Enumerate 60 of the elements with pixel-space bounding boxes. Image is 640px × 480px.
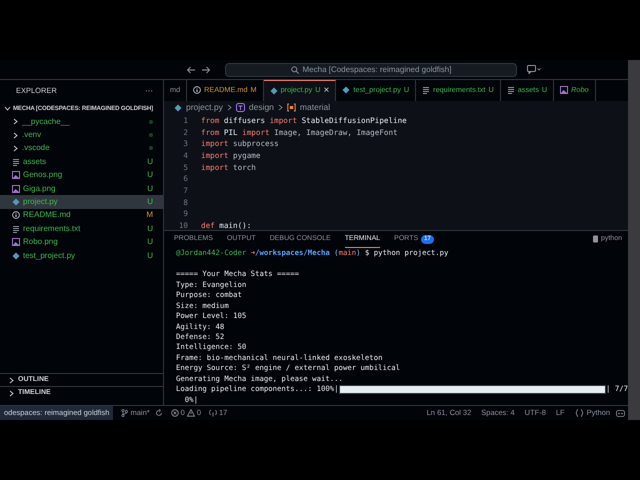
- chevron-right-icon: [278, 104, 283, 112]
- more-actions-button[interactable]: ···: [145, 85, 153, 97]
- python-file-icon: [174, 104, 182, 112]
- command-center-search[interactable]: Mecha [Codespaces: reimagined goldfish]: [225, 62, 517, 76]
- git-status: U: [147, 182, 153, 195]
- text-file-icon: [12, 158, 20, 166]
- file-item[interactable]: project.py U: [0, 195, 163, 209]
- git-status: U: [147, 236, 153, 248]
- chevron-down-icon: [4, 105, 11, 112]
- folder-item[interactable]: .venv: [0, 128, 163, 142]
- file-item[interactable]: test_project.py U: [0, 248, 163, 262]
- git-status: U: [147, 156, 153, 168]
- breadcrumb-item[interactable]: project.py: [186, 101, 223, 114]
- search-icon: [290, 66, 298, 74]
- branch-icon: [121, 409, 128, 417]
- braces-icon: [574, 409, 584, 417]
- git-status: U: [147, 196, 153, 208]
- image-file-icon: [12, 238, 20, 246]
- error-icon: [170, 409, 179, 417]
- info-icon: [12, 211, 20, 220]
- text-file-icon: [12, 224, 20, 233]
- breadcrumb-item[interactable]: material: [300, 101, 330, 114]
- file-item[interactable]: assets U: [0, 155, 163, 169]
- terminal-icon: [592, 235, 599, 244]
- chat-icon: [527, 65, 541, 74]
- folder-item[interactable]: .vscode: [0, 142, 163, 156]
- chevron-right-icon: [226, 104, 232, 112]
- antenna-icon: [209, 409, 218, 417]
- git-status: M: [146, 209, 153, 222]
- image-file-icon: [12, 184, 20, 193]
- back-arrow-icon: [186, 66, 196, 74]
- breadcrumb-item[interactable]: design: [248, 101, 274, 114]
- forward-arrow-icon: [201, 66, 211, 74]
- status-dot-icon: [149, 146, 153, 150]
- text-file-icon: [422, 86, 430, 94]
- folder-item[interactable]: __pycache__: [0, 115, 163, 128]
- status-dot-icon: [149, 133, 153, 138]
- file-item[interactable]: README.md M: [0, 208, 163, 222]
- copilot-icon: [616, 409, 625, 417]
- python-file-icon: [270, 86, 278, 95]
- text-file-icon: [506, 86, 515, 94]
- python-file-icon: [12, 198, 20, 206]
- git-status: U: [147, 169, 153, 182]
- file-item[interactable]: Genos.png U: [0, 168, 163, 182]
- file-item[interactable]: requirements.txt U: [0, 222, 163, 236]
- variable-icon: [286, 103, 296, 112]
- image-file-icon: [12, 171, 20, 180]
- python-file-icon: [342, 86, 350, 94]
- git-status: U: [147, 222, 153, 235]
- info-icon: [193, 86, 202, 94]
- git-status: U: [147, 250, 153, 262]
- status-dot-icon: [149, 120, 153, 124]
- sync-icon: [154, 409, 163, 417]
- file-item[interactable]: Giga.png U: [0, 182, 163, 196]
- file-item[interactable]: Robo.png U: [0, 236, 163, 249]
- python-file-icon: [12, 252, 20, 260]
- image-file-icon: [560, 86, 568, 94]
- warning-icon: [186, 409, 195, 417]
- class-icon: [236, 103, 245, 112]
- close-tab-button[interactable]: ×: [324, 86, 330, 96]
